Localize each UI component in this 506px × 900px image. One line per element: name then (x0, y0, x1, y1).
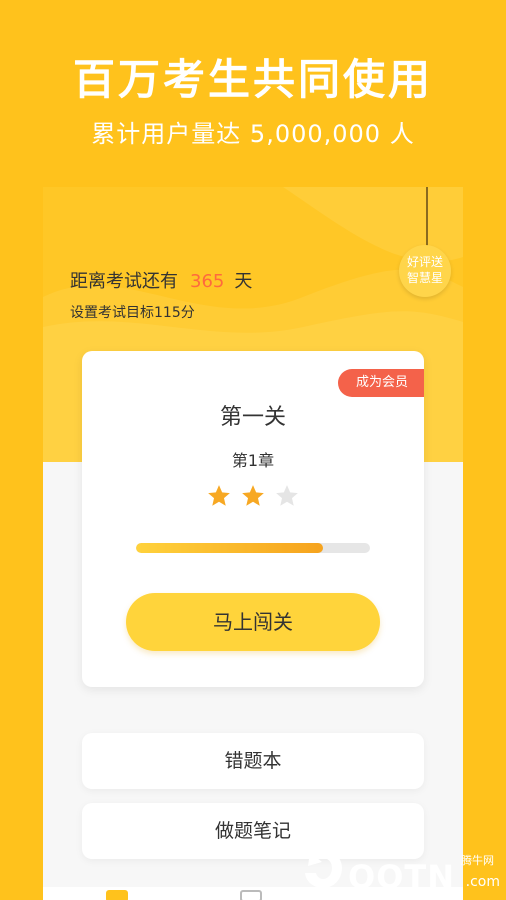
countdown-unit: 天 (234, 271, 253, 292)
review-badge-line2: 智慧星 (406, 271, 443, 285)
site-watermark: QQTN 腾牛网 .com (300, 840, 500, 896)
watermark-suffix: .com (465, 874, 500, 890)
exam-target-setting[interactable]: 设置考试目标115分 (70, 302, 195, 322)
star-rating (206, 483, 306, 511)
promo-headline: 百万考生共同使用 (72, 55, 433, 104)
level-title: 第一关 (219, 405, 286, 430)
promo-subline: 累计用户量达 5,000,000 人 (91, 120, 415, 148)
wrong-questions-button[interactable]: 错题本 (82, 733, 424, 789)
star-filled-icon (208, 485, 230, 506)
start-level-button[interactable]: 马上闯关 (126, 593, 380, 651)
exam-countdown: 距离考试还有 365 天 (70, 267, 252, 293)
chapter-label: 第1章 (231, 451, 275, 470)
star-empty-icon (276, 485, 298, 506)
level-progress-bar (136, 543, 370, 553)
notes-label: 做题笔记 (211, 803, 294, 859)
watermark-small-text: 腾牛网 (461, 854, 494, 867)
badge-string (426, 187, 428, 249)
watermark-logo-icon (305, 850, 342, 888)
become-vip-tag[interactable]: 成为会员 (337, 369, 424, 397)
phone-screen: 好评送 智慧星 距离考试还有 365 天 设置考试目标115分 成为会员 第一关 第… (43, 187, 463, 900)
countdown-days: 365 (190, 271, 225, 292)
review-badge-line1: 好评送 (406, 255, 443, 269)
countdown-prefix: 距离考试还有 (70, 271, 178, 292)
star-filled-icon (242, 485, 264, 506)
level-progress-fill (136, 543, 324, 553)
course-tab-icon[interactable] (240, 890, 262, 900)
review-reward-badge[interactable]: 好评送 智慧星 (399, 245, 451, 297)
level-card: 成为会员 第一关 第1章 马上闯关 (82, 351, 424, 687)
wrong-questions-label: 错题本 (221, 733, 285, 789)
watermark-brand: QQTN (348, 858, 456, 896)
home-tab-icon[interactable] (106, 890, 128, 900)
